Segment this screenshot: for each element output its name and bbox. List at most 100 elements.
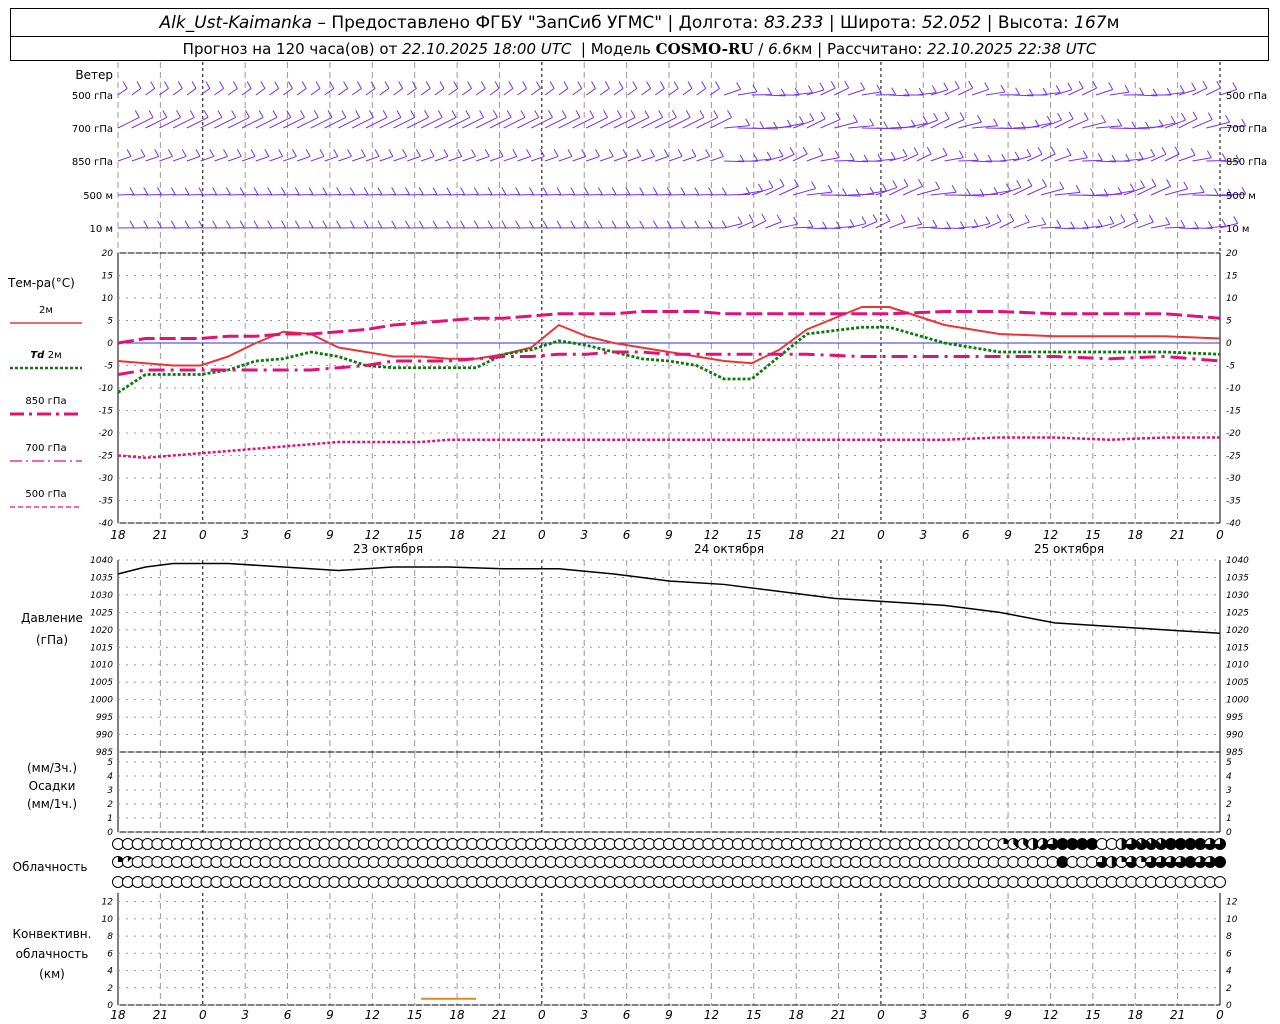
x-tick-label-bottom: 0 (538, 1008, 546, 1022)
press-ytick-left: 1010 (90, 661, 113, 671)
wind-barb-flag (677, 149, 683, 157)
x-tick-label: 3 (241, 528, 249, 542)
press-ytick-left: 995 (96, 713, 113, 723)
wind-barb-flag (548, 110, 553, 118)
wind-barb-flag (382, 110, 388, 118)
wind-barb-flag (985, 216, 991, 224)
wind-barb (613, 193, 630, 196)
wind-barb (558, 155, 573, 162)
wind-barb-flag (231, 110, 237, 118)
press-ytick-right: 985 (1226, 748, 1243, 758)
conv-ytick-left: 4 (107, 967, 113, 977)
wind-barb (420, 88, 431, 96)
x-tick-label-bottom: 6 (962, 1008, 970, 1022)
wind-barb-flag (162, 110, 168, 118)
wind-barb (544, 88, 555, 96)
wind-barb (930, 154, 948, 162)
pressure-unit: (гПа) (36, 633, 68, 647)
wind-barb (613, 155, 628, 162)
wind-barb-flag (811, 181, 816, 189)
temp-ytick-right: 15 (1226, 272, 1238, 282)
wind-barb-flag (473, 220, 479, 228)
wind-barb (117, 155, 132, 162)
wind-barb-flag (597, 187, 603, 195)
x-tick-label: 0 (199, 528, 207, 542)
wind-barb-flag (129, 187, 135, 195)
wind-barb-flag (652, 187, 658, 195)
legend-label: 850 гПа (25, 396, 66, 407)
x-tick-label-bottom: 18 (789, 1008, 805, 1022)
wind-barb-flag (319, 149, 325, 157)
x-tick-label: 0 (1216, 528, 1224, 542)
wind-barb-flag (487, 187, 493, 195)
wind-barb-flag (300, 110, 305, 118)
wind-barb-flag (534, 110, 540, 118)
press-ytick-right: 1010 (1226, 661, 1249, 671)
wind-barb-flag (1120, 214, 1126, 222)
wind-barb-flag (672, 110, 677, 118)
wind-barb (1026, 153, 1043, 162)
wind-barb-flag (225, 187, 231, 195)
wind-barb (889, 221, 906, 229)
wind-barb (172, 155, 187, 162)
wind-barb-flag (570, 187, 576, 195)
wind-barb-flag (685, 110, 691, 118)
wind-barb-flag (705, 149, 711, 157)
wind-barb-flag (799, 116, 804, 124)
wind-barb (586, 193, 603, 196)
wind-barb-flag (766, 151, 772, 160)
wind-barb (944, 119, 965, 129)
wind-barb (627, 193, 644, 196)
day-label: 24 октября (694, 542, 764, 556)
wind-barb-flag (501, 220, 507, 228)
wind-barb-flag (604, 81, 610, 89)
wind-barb (545, 193, 562, 196)
wind-barb-flag (281, 220, 286, 228)
wind-barb-flag (322, 220, 328, 228)
wind-barb-flag (439, 81, 445, 89)
wind-barb-flag (1191, 82, 1197, 90)
wind-barb (379, 88, 390, 96)
wind-barb-flag (883, 121, 889, 129)
wind-barb-flag (1041, 217, 1047, 225)
x-tick-label-bottom: 15 (746, 1008, 761, 1022)
wind-barb-flag (779, 178, 785, 187)
wind-barb (159, 88, 169, 96)
wind-barb-flag (736, 82, 742, 90)
wind-barb-flag (355, 110, 361, 118)
precip-label-1h: (мм/1ч.) (27, 797, 77, 811)
wind-barb (586, 88, 596, 96)
x-tick-label: 18 (449, 528, 465, 542)
press-ytick-right: 1025 (1226, 608, 1249, 618)
wind-barb (682, 88, 693, 96)
wind-barb-flag (136, 81, 142, 89)
wind-barb-flag (973, 219, 979, 227)
x-tick-label-bottom: 18 (1128, 1008, 1144, 1022)
wind-barb (269, 155, 283, 162)
wind-barb (889, 126, 916, 129)
wind-barb (1095, 89, 1113, 96)
wind-barb-flag (460, 220, 466, 228)
wind-barb-flag (363, 220, 369, 228)
wind-barb (255, 193, 272, 196)
wind-barb-flag (849, 219, 855, 227)
wind-barb-flag (347, 149, 352, 157)
wind-barb (641, 155, 655, 162)
x-tick-label-bottom: 3 (241, 1008, 249, 1022)
cloud-fill-full (1214, 856, 1226, 868)
wind-barb-flag (1014, 151, 1020, 160)
wind-barb (214, 88, 224, 96)
wind-barb-flag (1202, 80, 1208, 89)
wind-barb (159, 193, 176, 196)
wind-barb-flag (1026, 148, 1032, 157)
wind-barb-flag (1075, 185, 1081, 193)
wind-barb (379, 155, 393, 162)
wind-barb (627, 155, 641, 162)
wind-barb-flag (205, 81, 211, 89)
wind-barb-flag (529, 220, 534, 228)
wind-barb-flag (418, 220, 424, 228)
wind-barb-flag (581, 149, 587, 157)
wind-barb-flag (1207, 112, 1213, 120)
wind-barb (531, 193, 548, 196)
wind-barb-flag (597, 220, 603, 228)
